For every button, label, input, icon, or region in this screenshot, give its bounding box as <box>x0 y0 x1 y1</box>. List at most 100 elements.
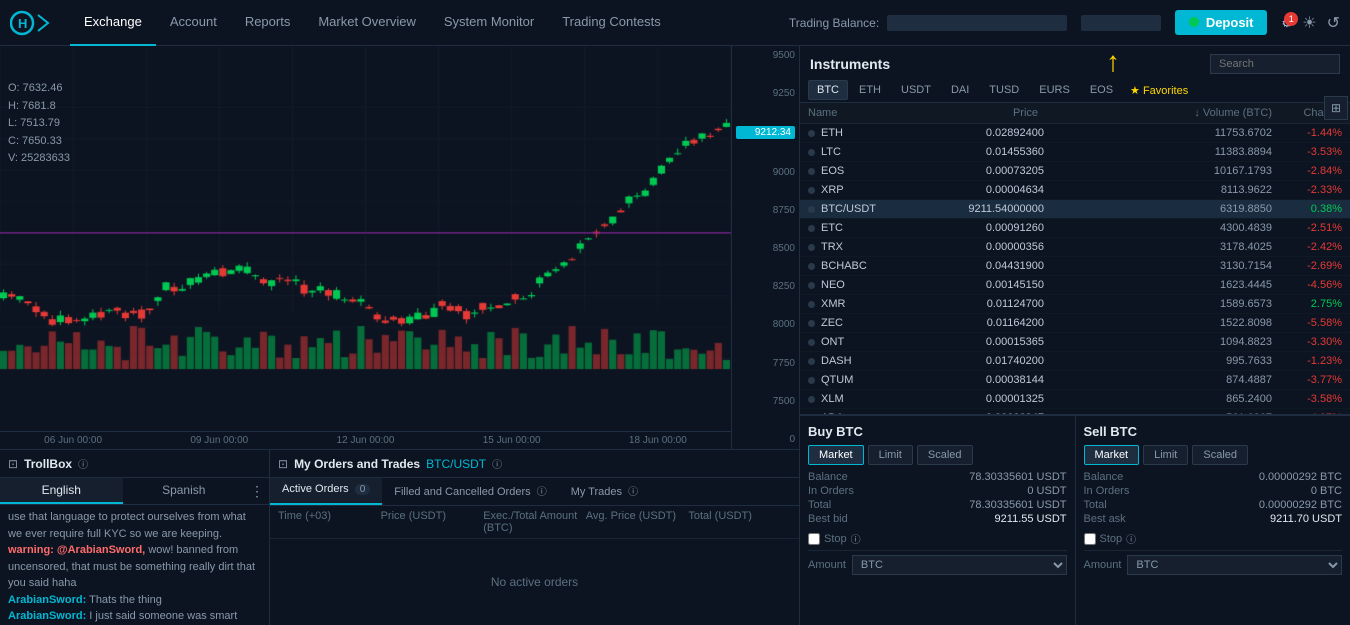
buy-stop-info[interactable]: ⓘ <box>851 531 861 546</box>
inst-name-13: QTUM <box>821 374 924 386</box>
svg-text:H: H <box>18 16 27 31</box>
instrument-row-2[interactable]: EOS 0.00073205 10167.1793 -2.84% <box>800 162 1350 181</box>
col-name-header: Name <box>808 107 918 119</box>
instruments-search[interactable] <box>1210 54 1340 74</box>
cur-tab-eth[interactable]: ETH <box>850 80 890 100</box>
sell-limit-tab[interactable]: Limit <box>1143 445 1188 465</box>
instrument-row-14[interactable]: XLM 0.00001325 865.2400 -3.58% <box>800 390 1350 409</box>
buy-balance-label: Balance <box>808 471 848 483</box>
instrument-row-11[interactable]: ONT 0.00015365 1094.8823 -3.30% <box>800 333 1350 352</box>
cur-tab-eurs[interactable]: EURS <box>1030 80 1079 100</box>
logo-icon: H <box>10 7 50 39</box>
buy-stop-checkbox[interactable] <box>808 533 820 545</box>
inst-volume-15: 561.6967 <box>1044 412 1272 414</box>
right-panel: ⊞ Instruments BTC ETH USDT DAI TUSD EURS… <box>800 46 1350 625</box>
buy-limit-tab[interactable]: Limit <box>868 445 913 465</box>
sell-scaled-tab[interactable]: Scaled <box>1192 445 1248 465</box>
inst-price-14: 0.00001325 <box>924 393 1044 405</box>
sell-market-tab[interactable]: Market <box>1084 445 1140 465</box>
filled-orders-info[interactable]: ⓘ <box>537 487 547 498</box>
nav-trading-contests[interactable]: Trading Contests <box>548 0 675 46</box>
buy-amount-row: Amount BTC <box>808 550 1067 575</box>
nav-market-overview[interactable]: Market Overview <box>304 0 430 46</box>
inst-volume-7: 3130.7154 <box>1044 260 1272 272</box>
col-time: Time (+03) <box>278 510 381 534</box>
trades-info[interactable]: ⓘ <box>628 487 638 498</box>
msg-3: ArabianSword: Thats the thing <box>8 592 261 609</box>
instrument-row-12[interactable]: DASH 0.01740200 995.7633 -1.23% <box>800 352 1350 371</box>
instrument-row-5[interactable]: ETC 0.00091260 4300.4839 -2.51% <box>800 219 1350 238</box>
sell-stop-checkbox[interactable] <box>1084 533 1096 545</box>
settings-icon-wrapper[interactable]: ⚙ 1 <box>1281 16 1292 30</box>
inst-volume-3: 8113.9622 <box>1044 184 1272 196</box>
time-5: 18 Jun 00:00 <box>629 435 687 446</box>
inst-change-4: 0.38% <box>1272 203 1342 215</box>
buy-balance-value: 78.30335601 USDT <box>969 471 1066 483</box>
nav-exchange[interactable]: Exchange <box>70 0 156 46</box>
grid-icon[interactable]: ⊞ <box>1324 96 1348 120</box>
instrument-row-0[interactable]: ETH 0.02892400 11753.6702 -1.44% <box>800 124 1350 143</box>
sell-title: Sell BTC <box>1084 424 1343 439</box>
inst-volume-6: 3178.4025 <box>1044 241 1272 253</box>
refresh-icon[interactable]: ↺ <box>1327 13 1340 33</box>
instrument-row-3[interactable]: XRP 0.00004634 8113.9622 -2.33% <box>800 181 1350 200</box>
inst-volume-11: 1094.8823 <box>1044 336 1272 348</box>
logo[interactable]: H <box>10 7 50 39</box>
nav-reports[interactable]: Reports <box>231 0 305 46</box>
sell-amount-select[interactable]: BTC <box>1127 555 1342 575</box>
language-tabs: English Spanish ⋮ <box>0 478 269 505</box>
instrument-row-9[interactable]: XMR 0.01124700 1589.6573 2.75% <box>800 295 1350 314</box>
inst-change-10: -5.58% <box>1272 317 1342 329</box>
instrument-row-8[interactable]: NEO 0.00145150 1623.4445 -4.56% <box>800 276 1350 295</box>
instrument-row-10[interactable]: ZEC 0.01164200 1522.8098 -5.58% <box>800 314 1350 333</box>
instrument-row-6[interactable]: TRX 0.00000356 3178.4025 -2.42% <box>800 238 1350 257</box>
lang-tab-spanish[interactable]: Spanish <box>123 478 246 504</box>
time-1: 06 Jun 00:00 <box>44 435 102 446</box>
instrument-row-13[interactable]: QTUM 0.00038144 874.4887 -3.77% <box>800 371 1350 390</box>
lang-tab-english[interactable]: English <box>0 478 123 504</box>
instrument-row-7[interactable]: BCHABC 0.04431900 3130.7154 -2.69% <box>800 257 1350 276</box>
buy-stop-label: Stop <box>824 533 847 545</box>
sell-amount-row: Amount BTC <box>1084 550 1343 575</box>
trollbox: ⊡ TrollBox ⓘ English Spanish ⋮ use that … <box>0 450 270 625</box>
buy-inorders-label: In Orders <box>808 485 854 497</box>
cur-tab-usdt[interactable]: USDT <box>892 80 940 100</box>
instrument-row-1[interactable]: LTC 0.01455360 11383.8894 -3.53% <box>800 143 1350 162</box>
cur-tab-tusd[interactable]: TUSD <box>980 80 1028 100</box>
buy-market-tab[interactable]: Market <box>808 445 864 465</box>
buy-amount-select[interactable]: BTC <box>852 555 1067 575</box>
sell-balance-label: Balance <box>1084 471 1124 483</box>
orders-panel: ⊡ My Orders and Trades BTC/USDT ⓘ Active… <box>270 450 799 625</box>
inst-dot-10 <box>808 320 815 327</box>
nav-account[interactable]: Account <box>156 0 231 46</box>
instrument-row-15[interactable]: ADA 0.00000947 561.6967 -4.97% <box>800 409 1350 414</box>
order-tab-active[interactable]: Active Orders 0 <box>270 478 382 505</box>
inst-name-11: ONT <box>821 336 924 348</box>
sell-stop-info[interactable]: ⓘ <box>1126 531 1136 546</box>
deposit-button[interactable]: Deposit <box>1175 10 1267 35</box>
buy-bestbid-label: Best bid <box>808 513 848 525</box>
lang-tab-more[interactable]: ⋮ <box>245 478 269 504</box>
cur-tab-dai[interactable]: DAI <box>942 80 978 100</box>
cur-tab-btc[interactable]: BTC <box>808 80 848 100</box>
inst-name-4: BTC/USDT <box>821 203 924 215</box>
buy-scaled-tab[interactable]: Scaled <box>917 445 973 465</box>
order-tab-filled[interactable]: Filled and Cancelled Orders ⓘ <box>382 478 558 505</box>
theme-icon[interactable]: ☀ <box>1302 13 1316 33</box>
favorites-tab[interactable]: ★ Favorites <box>1124 81 1194 100</box>
price-8500: 8500 <box>736 243 795 254</box>
orders-info-icon[interactable]: ⓘ <box>492 456 502 471</box>
orders-symbol: BTC/USDT <box>426 457 486 471</box>
inst-price-1: 0.01455360 <box>924 146 1044 158</box>
instrument-row-4[interactable]: BTC/USDT 9211.54000000 6319.8850 0.38% <box>800 200 1350 219</box>
inst-volume-2: 10167.1793 <box>1044 165 1272 177</box>
buy-bestbid-row: Best bid 9211.55 USDT <box>808 513 1067 525</box>
inst-price-13: 0.00038144 <box>924 374 1044 386</box>
order-tab-trades[interactable]: My Trades ⓘ <box>559 478 650 505</box>
nav-system-monitor[interactable]: System Monitor <box>430 0 548 46</box>
inst-name-8: NEO <box>821 279 924 291</box>
trollbox-info-icon[interactable]: ⓘ <box>78 456 88 471</box>
inst-name-6: TRX <box>821 241 924 253</box>
cur-tab-eos[interactable]: EOS <box>1081 80 1122 100</box>
trollbox-icon: ⊡ <box>8 457 18 471</box>
